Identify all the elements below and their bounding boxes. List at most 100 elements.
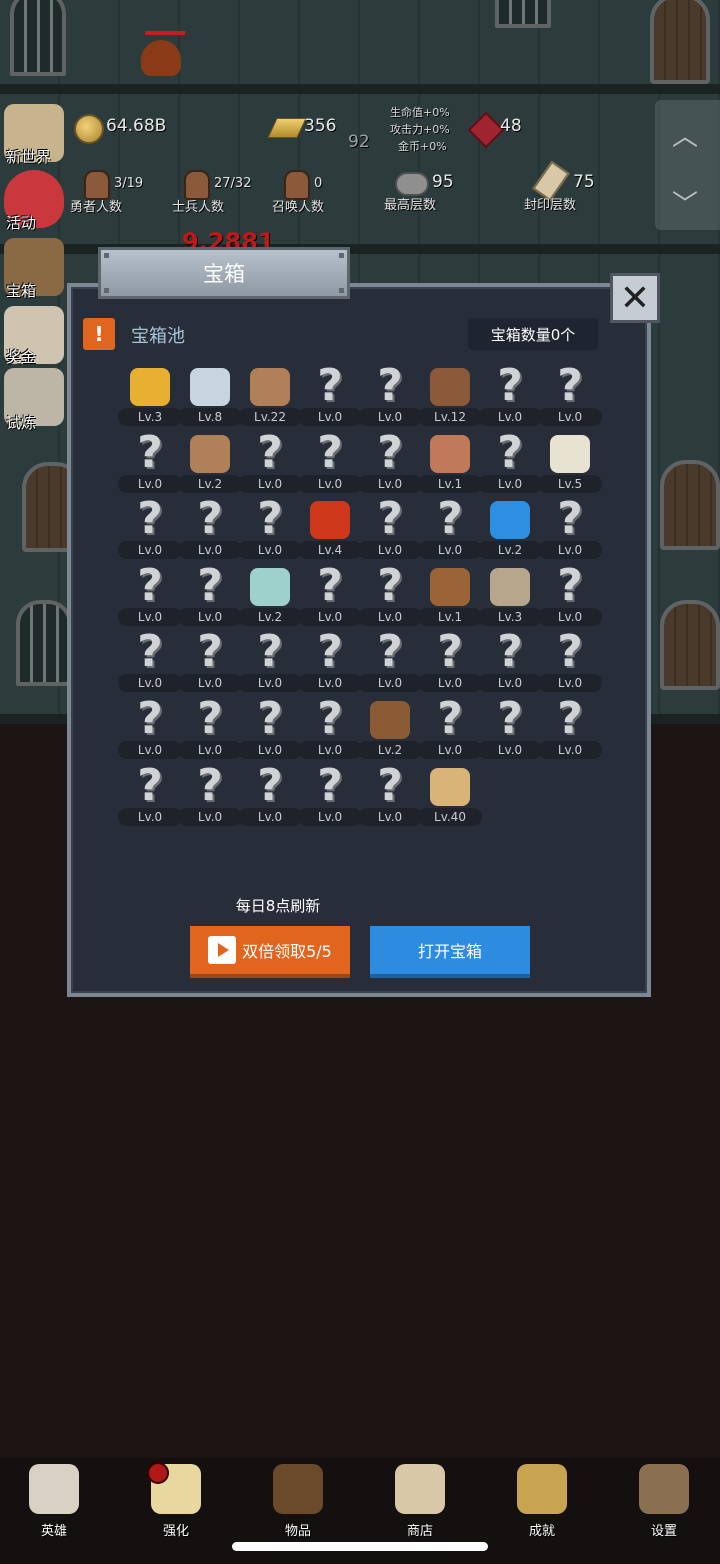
unknown-item-icon: ? [317, 693, 343, 744]
item-slot[interactable]: ? Lv.0 [298, 630, 362, 696]
unknown-item-icon: ? [197, 760, 223, 811]
item-slot[interactable]: ? Lv.0 [418, 630, 482, 696]
item-slot[interactable]: ? Lv.0 [538, 697, 602, 763]
item-slot[interactable]: Lv.40 [418, 764, 482, 830]
item-slot[interactable]: ? Lv.0 [478, 693, 542, 763]
item-slot[interactable]: ? Lv.0 [238, 497, 302, 563]
close-button[interactable]: ✕ [610, 273, 660, 323]
item-slot[interactable]: ? Lv.0 [538, 364, 602, 430]
dagger-icon [190, 435, 230, 473]
item-slot[interactable]: Lv.22 [238, 364, 302, 430]
item-slot[interactable]: ? Lv.0 [418, 497, 482, 563]
item-slot[interactable]: ? Lv.0 [298, 693, 362, 763]
item-slot[interactable]: ? Lv.0 [418, 697, 482, 763]
item-slot[interactable]: ? Lv.0 [358, 564, 422, 630]
item-slot[interactable]: ? Lv.0 [538, 630, 602, 696]
item-slot[interactable]: ? Lv.0 [478, 431, 542, 497]
key-icon [517, 1464, 567, 1514]
item-slot[interactable]: ? Lv.0 [238, 764, 302, 830]
item-slot[interactable]: ? Lv.0 [118, 697, 182, 763]
open-chest-button[interactable]: 打开宝箱 [370, 926, 530, 978]
unknown-item-icon: ? [377, 760, 403, 811]
item-slot[interactable]: ? Lv.0 [538, 564, 602, 630]
item-level: Lv.0 [118, 808, 182, 826]
item-level: Lv.0 [238, 741, 302, 759]
close-icon: ✕ [619, 277, 651, 319]
sealed-value: 75 [573, 172, 595, 192]
item-slot[interactable]: Lv.1 [418, 431, 482, 497]
item-slot[interactable]: ? Lv.0 [238, 431, 302, 497]
scroll-up-icon[interactable]: ︿ [672, 116, 698, 153]
item-slot[interactable]: ? Lv.0 [358, 760, 422, 830]
highest-value: 95 [432, 172, 454, 192]
item-slot[interactable]: ? Lv.0 [178, 630, 242, 696]
nav-item-2[interactable]: 物品 [258, 1460, 338, 1540]
item-slot[interactable]: Lv.2 [358, 697, 422, 763]
item-slot[interactable]: ? Lv.0 [358, 497, 422, 563]
warning-icon[interactable]: ! [83, 318, 115, 350]
item-slot[interactable]: ? Lv.0 [298, 564, 362, 630]
unknown-item-icon: ? [257, 693, 283, 744]
item-slot[interactable]: Lv.4 [298, 497, 362, 563]
item-slot[interactable]: ? Lv.0 [238, 626, 302, 696]
item-slot[interactable]: ? Lv.0 [178, 497, 242, 563]
item-slot[interactable]: ? Lv.0 [298, 764, 362, 830]
item-slot[interactable]: ? Lv.0 [478, 630, 542, 696]
item-slot[interactable]: ? Lv.0 [358, 360, 422, 430]
nav-item-4[interactable]: 成就 [502, 1460, 582, 1540]
item-slot[interactable]: Lv.3 [478, 564, 542, 630]
menu-bonus[interactable]: 奖金 [6, 346, 36, 367]
menu-events[interactable]: 活动 [6, 212, 36, 233]
unknown-item-icon: ? [497, 693, 523, 744]
heroes-label: 勇者人数 [70, 200, 123, 215]
item-slot[interactable]: ? Lv.0 [118, 630, 182, 696]
item-slot[interactable]: ? Lv.0 [298, 364, 362, 430]
nav-item-5[interactable]: 设置 [624, 1460, 704, 1540]
diamond-icon [190, 368, 230, 406]
item-slot[interactable]: ? Lv.0 [358, 431, 422, 497]
menu-new-world[interactable]: 新世界 [6, 146, 51, 167]
item-slot[interactable]: ? Lv.0 [298, 431, 362, 497]
item-slot[interactable]: Lv.2 [238, 564, 302, 630]
item-slot[interactable]: ? Lv.0 [238, 693, 302, 763]
item-level: Lv.2 [238, 608, 302, 626]
item-slot[interactable]: ? Lv.0 [178, 760, 242, 830]
double-claim-button[interactable]: 双倍领取5/5 [190, 926, 350, 978]
unknown-item-icon: ? [377, 360, 403, 411]
item-slot[interactable]: ? Lv.0 [358, 630, 422, 696]
item-level: Lv.3 [118, 408, 182, 426]
item-slot[interactable]: ? Lv.0 [478, 364, 542, 430]
item-slot[interactable]: ? Lv.0 [118, 431, 182, 497]
item-slot[interactable]: Lv.5 [538, 431, 602, 497]
menu-trial[interactable]: 试炼 [6, 412, 36, 433]
sealed-label: 封印层数 [524, 198, 577, 213]
slime-enemy[interactable] [141, 40, 181, 76]
item-slot[interactable]: ? Lv.0 [178, 697, 242, 763]
item-slot[interactable]: ? Lv.0 [178, 564, 242, 630]
item-slot[interactable]: ? Lv.0 [538, 497, 602, 563]
home-indicator[interactable] [232, 1542, 488, 1551]
nav-item-0[interactable]: 英雄 [14, 1460, 94, 1540]
item-slot[interactable]: Lv.3 [118, 364, 182, 430]
item-slot[interactable]: Lv.2 [178, 431, 242, 497]
soldiers-value: 27/32 [214, 176, 252, 191]
soldiers-label: 士兵人数 [172, 200, 225, 215]
item-slot[interactable]: Lv.2 [478, 497, 542, 563]
unknown-item-icon: ? [137, 493, 163, 544]
ledge [0, 84, 720, 94]
sword-icon [250, 368, 290, 406]
item-slot[interactable]: Lv.1 [418, 564, 482, 630]
scroll-down-icon[interactable]: ﹀ [672, 184, 698, 221]
nav-item-3[interactable]: 商店 [380, 1460, 460, 1540]
item-slot[interactable]: Lv.8 [178, 364, 242, 430]
item-level: Lv.0 [538, 541, 602, 559]
item-slot[interactable]: ? Lv.0 [118, 560, 182, 630]
item-level: Lv.12 [418, 408, 482, 426]
item-slot[interactable]: Lv.12 [418, 364, 482, 430]
unknown-item-icon: ? [137, 560, 163, 611]
item-slot[interactable]: ? Lv.0 [118, 493, 182, 563]
menu-chest[interactable]: 宝箱 [6, 280, 36, 301]
unknown-item-icon: ? [257, 626, 283, 677]
item-slot[interactable]: ? Lv.0 [118, 764, 182, 830]
dialog-title-text: 宝箱 [203, 262, 245, 286]
